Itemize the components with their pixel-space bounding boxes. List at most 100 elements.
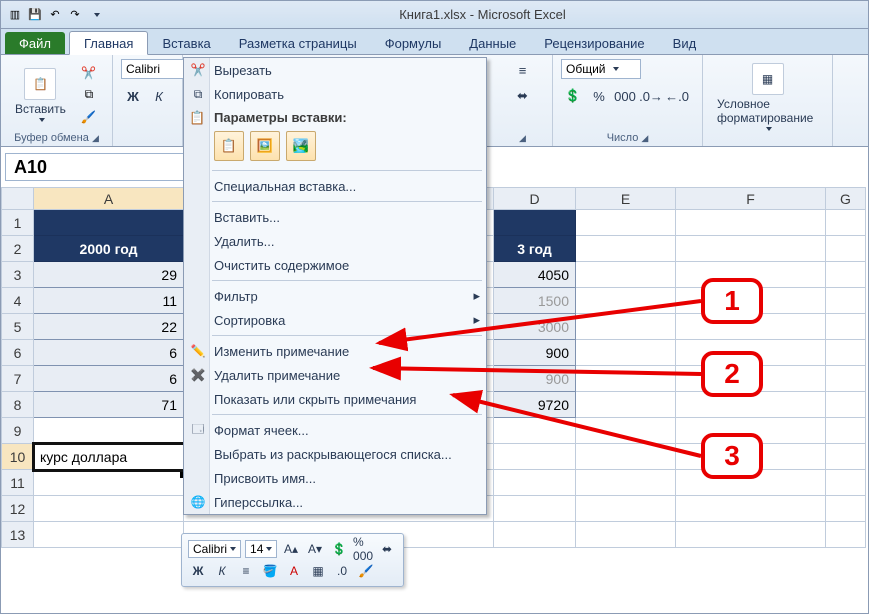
number-format-combo[interactable]: Общий [561, 59, 641, 79]
cell[interactable]: 6 [34, 366, 184, 392]
menu-paste-special[interactable]: Специальная вставка... [184, 174, 486, 198]
cell[interactable]: 3000 [494, 314, 576, 340]
copy-button[interactable]: ⧉ [78, 86, 100, 104]
group-font: Calibri Ж К [113, 55, 183, 146]
row-header[interactable]: 9 [2, 418, 34, 444]
menu-filter[interactable]: Фильтр▸ [184, 284, 486, 308]
cell[interactable]: 4050 [494, 262, 576, 288]
tab-insert[interactable]: Вставка [148, 32, 224, 54]
tab-formulas[interactable]: Формулы [371, 32, 456, 54]
conditional-formatting-button[interactable]: ▦ Условное форматирование [711, 59, 824, 135]
tab-view[interactable]: Вид [659, 32, 711, 54]
paste-option-3[interactable]: 🏞️ [286, 131, 316, 161]
cell[interactable]: 11 [34, 288, 184, 314]
row-header[interactable]: 8 [2, 392, 34, 418]
menu-show-hide-comments[interactable]: Показать или скрыть примечания [184, 387, 486, 411]
mini-currency-button[interactable]: 💲 [329, 540, 349, 558]
menu-define-name[interactable]: Присвоить имя... [184, 466, 486, 490]
qat-dropdown-icon[interactable] [87, 7, 103, 23]
column-header-f[interactable]: F [676, 188, 826, 210]
tab-page-layout[interactable]: Разметка страницы [225, 32, 371, 54]
save-icon[interactable]: 💾 [27, 7, 43, 23]
row-header[interactable]: 1 [2, 210, 34, 236]
menu-copy[interactable]: ⧉Копировать [184, 82, 486, 106]
mini-italic-button[interactable]: К [212, 562, 232, 580]
mini-percent-button[interactable]: % 000 [353, 540, 373, 558]
row-header[interactable]: 7 [2, 366, 34, 392]
tab-review[interactable]: Рецензирование [530, 32, 658, 54]
redo-icon[interactable]: ↷ [67, 7, 83, 23]
mini-align-button[interactable]: ≡ [236, 562, 256, 580]
row-header[interactable]: 2 [2, 236, 34, 262]
tab-file[interactable]: Файл [5, 32, 65, 54]
cell[interactable]: 29 [34, 262, 184, 288]
grow-font-button[interactable]: A▴ [281, 540, 301, 558]
format-cells-icon: 🗔 [189, 421, 207, 439]
mini-decimal-button[interactable]: .0 [332, 562, 352, 580]
format-painter-button[interactable]: 🖌️ [78, 108, 100, 126]
row-header[interactable]: 5 [2, 314, 34, 340]
comma-button[interactable]: 000 [613, 85, 637, 107]
paste-options-label: 📋Параметры вставки: [184, 106, 486, 127]
delete-comment-icon: ✖️ [189, 366, 207, 384]
column-header-a[interactable]: A [34, 188, 184, 210]
mini-fill-color-button[interactable]: 🪣 [260, 562, 280, 580]
shrink-font-button[interactable]: A▾ [305, 540, 325, 558]
chevron-down-icon [39, 118, 45, 122]
row-header[interactable]: 4 [2, 288, 34, 314]
italic-button[interactable]: К [147, 85, 171, 107]
column-header-e[interactable]: E [576, 188, 676, 210]
row-header[interactable]: 6 [2, 340, 34, 366]
cell[interactable]: 6 [34, 340, 184, 366]
mini-font-color-button[interactable]: A [284, 562, 304, 580]
row-header[interactable]: 13 [2, 522, 34, 548]
decrease-decimal-button[interactable]: ←.0 [665, 85, 689, 107]
menu-hyperlink[interactable]: 🌐Гиперссылка... [184, 490, 486, 514]
cell[interactable]: 900 [494, 340, 576, 366]
paste-option-2[interactable]: 🖼️ [250, 131, 280, 161]
row-header[interactable]: 10 [2, 444, 34, 470]
select-all-corner[interactable] [2, 188, 34, 210]
wrap-text-button[interactable]: ≡ [511, 59, 535, 81]
undo-icon[interactable]: ↶ [47, 7, 63, 23]
table-header-cell[interactable]: 3 год [494, 236, 576, 262]
active-cell[interactable]: курс доллара [34, 444, 184, 470]
cell[interactable]: 900 [494, 366, 576, 392]
mini-format-painter-button[interactable]: 🖌️ [356, 562, 376, 580]
tab-home[interactable]: Главная [69, 31, 148, 55]
menu-delete[interactable]: Удалить... [184, 229, 486, 253]
menu-clear-contents[interactable]: Очистить содержимое [184, 253, 486, 277]
name-box[interactable]: A10 [5, 153, 185, 181]
menu-cut[interactable]: ✂️Вырезать [184, 58, 486, 82]
cell[interactable]: 71 [34, 392, 184, 418]
row-header[interactable]: 12 [2, 496, 34, 522]
menu-edit-comment[interactable]: ✏️Изменить примечание [184, 339, 486, 363]
menu-delete-comment[interactable]: ✖️Удалить примечание [184, 363, 486, 387]
cut-button[interactable]: ✂️ [78, 64, 100, 82]
table-header-cell[interactable]: 2000 год [34, 236, 184, 262]
percent-button[interactable]: % [587, 85, 611, 107]
row-header[interactable]: 3 [2, 262, 34, 288]
paste-button[interactable]: 📋 Вставить [9, 64, 72, 126]
menu-sort[interactable]: Сортировка▸ [184, 308, 486, 332]
paste-option-1[interactable]: 📋 [214, 131, 244, 161]
mini-size-combo[interactable]: 14 [245, 540, 277, 558]
mini-font-combo[interactable]: Calibri [188, 540, 241, 558]
increase-decimal-button[interactable]: .0→ [639, 85, 663, 107]
menu-format-cells[interactable]: 🗔Формат ячеек... [184, 418, 486, 442]
tab-data[interactable]: Данные [455, 32, 530, 54]
currency-button[interactable]: 💲 [561, 85, 585, 107]
column-header-d[interactable]: D [494, 188, 576, 210]
row-header[interactable]: 11 [2, 470, 34, 496]
cell[interactable]: 1500 [494, 288, 576, 314]
cell[interactable]: 22 [34, 314, 184, 340]
menu-pick-from-list[interactable]: Выбрать из раскрывающегося списка... [184, 442, 486, 466]
bold-button[interactable]: Ж [121, 85, 145, 107]
column-header-g[interactable]: G [826, 188, 866, 210]
merge-button[interactable]: ⬌ [511, 85, 535, 107]
mini-bold-button[interactable]: Ж [188, 562, 208, 580]
cell[interactable]: 9720 [494, 392, 576, 418]
mini-merge-button[interactable]: ⬌ [377, 540, 397, 558]
mini-borders-button[interactable]: ▦ [308, 562, 328, 580]
menu-insert[interactable]: Вставить... [184, 205, 486, 229]
